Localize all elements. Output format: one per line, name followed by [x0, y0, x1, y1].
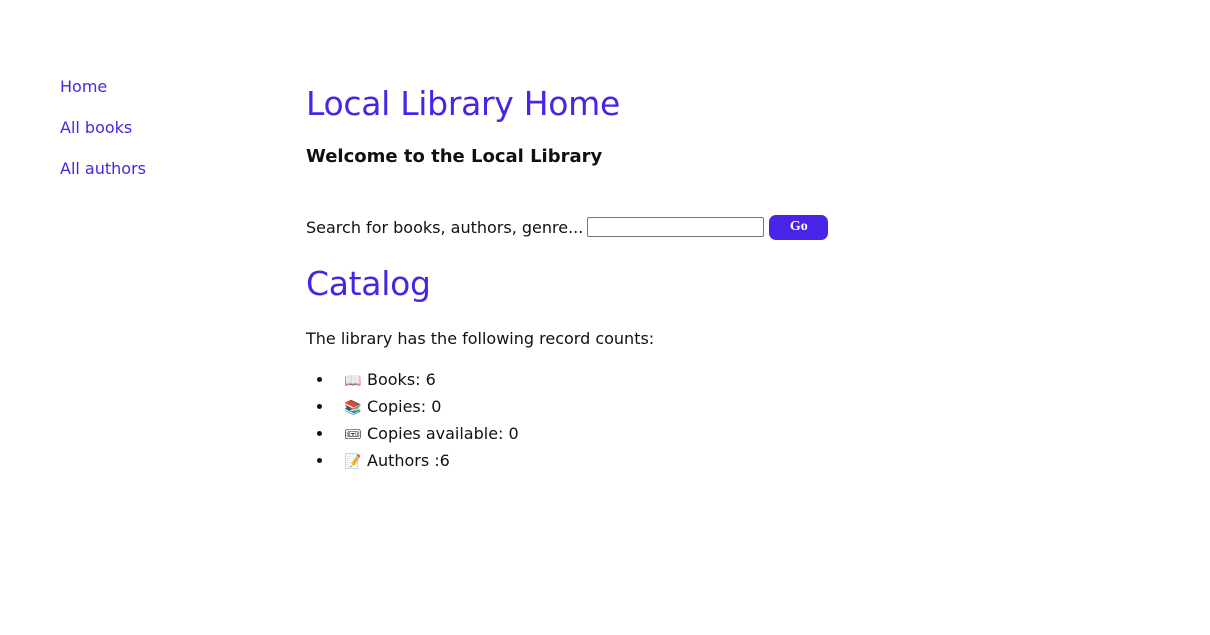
copies-available-count: Copies available: 0 — [367, 424, 519, 443]
sidebar-item-all-books[interactable]: All books — [60, 117, 260, 139]
open-book-icon: 📖 — [344, 373, 362, 389]
memo-icon: 📝 — [344, 454, 362, 470]
books-count: Books: 6 — [367, 370, 436, 389]
search-label: Search for books, authors, genre... — [306, 217, 584, 237]
sidebar-item-all-authors[interactable]: All authors — [60, 158, 260, 180]
main-content: Local Library Home Welcome to the Local … — [306, 82, 1166, 475]
welcome-heading: Welcome to the Local Library — [306, 146, 603, 167]
record-count-list: 📖 Books: 6 📚 Copies: 0 🎟 Copies available: … — [306, 367, 1166, 475]
books-icon: 📚 — [344, 400, 362, 416]
sidebar-item-home[interactable]: Home — [60, 76, 260, 98]
page-title: Local Library Home — [306, 84, 620, 123]
go-button[interactable]: Go — [769, 214, 829, 240]
list-item-authors: 📝 Authors :6 — [334, 448, 1166, 475]
search-form: Search for books, authors, genre... Go — [306, 214, 1166, 240]
sidebar: Home All books All authors — [60, 76, 260, 199]
list-item-copies: 📚 Copies: 0 — [334, 394, 1166, 421]
list-item-copies-available: 🎟 Copies available: 0 — [334, 421, 1166, 448]
search-input[interactable] — [587, 217, 765, 237]
catalog-title: Catalog — [306, 264, 431, 303]
page: Home All books All authors Local Library… — [0, 0, 1210, 635]
catalog-intro: The library has the following record cou… — [306, 329, 655, 348]
authors-count: Authors :6 — [367, 451, 450, 470]
list-item-books: 📖 Books: 6 — [334, 367, 1166, 394]
ticket-icon: 🎟 — [344, 427, 362, 443]
copies-count: Copies: 0 — [367, 397, 442, 416]
